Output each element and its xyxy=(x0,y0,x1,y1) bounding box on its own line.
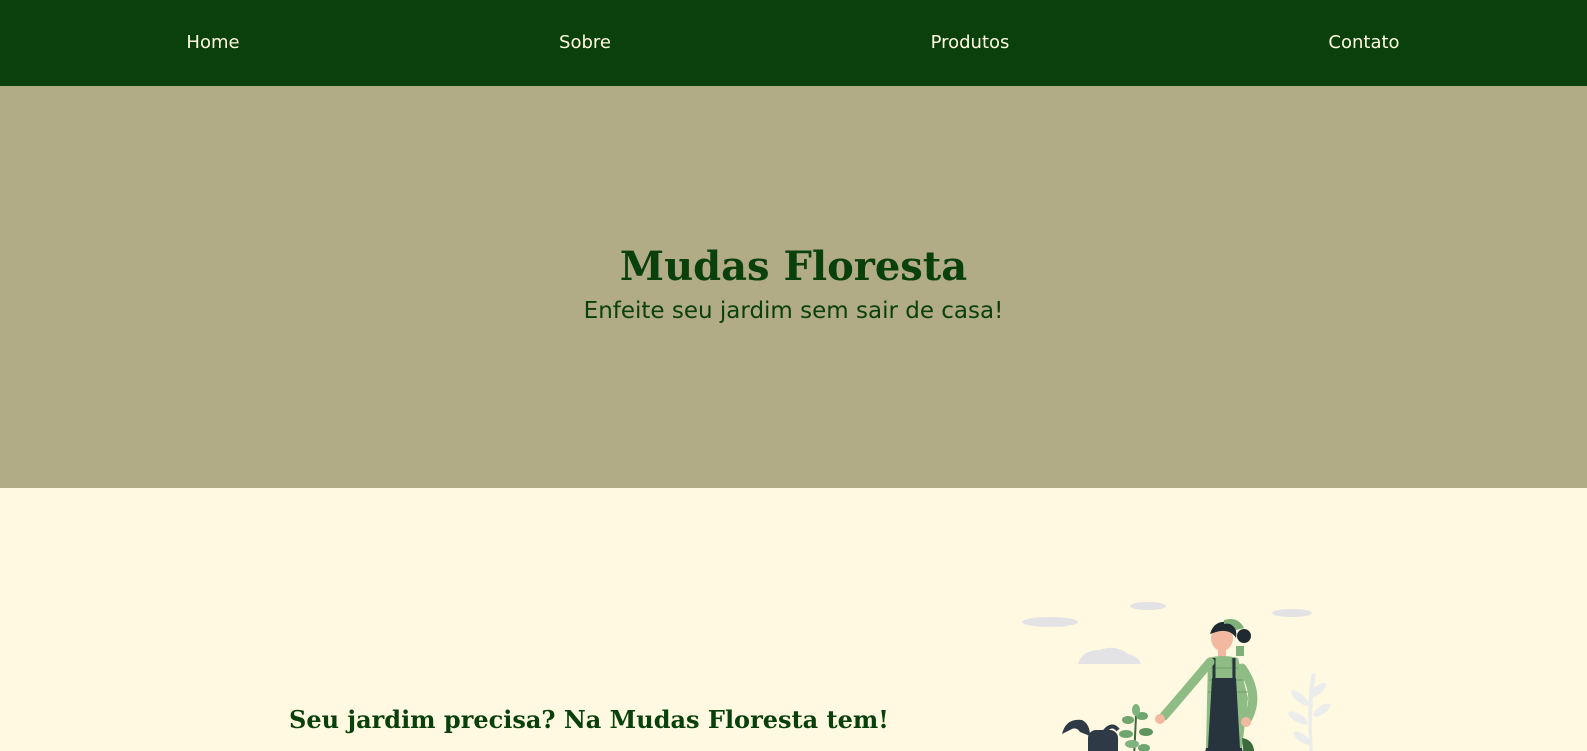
cloud-icon xyxy=(1130,602,1166,610)
nav-link-produtos[interactable]: Produtos xyxy=(931,31,1010,55)
leaves-icon xyxy=(1288,673,1331,751)
gardener-illustration-icon xyxy=(1022,602,1331,751)
nav-link-home[interactable]: Home xyxy=(186,31,239,55)
hero-banner: Mudas Floresta Enfeite seu jardim sem sa… xyxy=(0,86,1587,488)
plant-icon xyxy=(1119,704,1153,751)
about-section: Seu jardim precisa? Na Mudas Floresta te… xyxy=(0,488,1587,751)
nav-link-contato[interactable]: Contato xyxy=(1328,31,1399,55)
gardener-icon xyxy=(1155,619,1258,751)
cloud-icon xyxy=(1272,609,1312,617)
top-navbar: Home Sobre Produtos Contato xyxy=(0,0,1587,86)
nav-link-sobre[interactable]: Sobre xyxy=(559,31,611,55)
cloud-icon xyxy=(1022,617,1078,627)
watering-can-icon xyxy=(1062,719,1120,751)
hero-subtitle: Enfeite seu jardim sem sair de casa! xyxy=(583,298,1004,324)
cloud-icon xyxy=(1078,647,1141,664)
hero-title: Mudas Floresta xyxy=(619,243,968,290)
about-heading: Seu jardim precisa? Na Mudas Floresta te… xyxy=(289,705,889,734)
